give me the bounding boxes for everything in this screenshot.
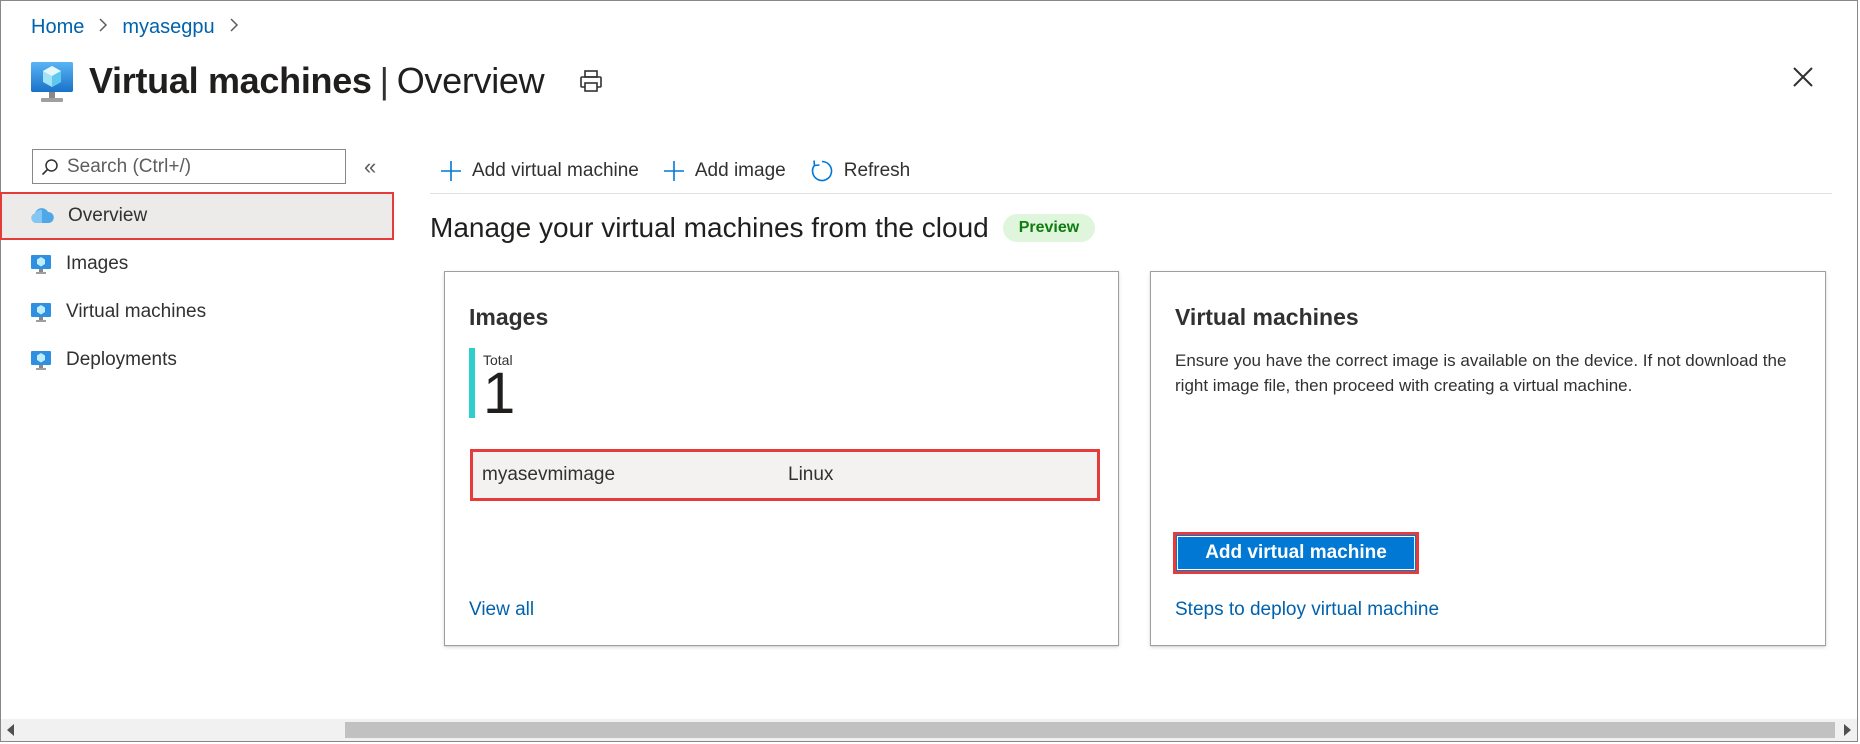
plus-icon — [663, 160, 684, 181]
sidebar-search[interactable] — [32, 149, 346, 184]
steps-to-deploy-link[interactable]: Steps to deploy virtual machine — [1175, 599, 1439, 621]
page-title-separator: | — [379, 60, 389, 101]
print-icon[interactable] — [578, 68, 604, 94]
sidebar-nav: Overview Images Virtual machines Deploym… — [0, 192, 394, 384]
chevron-right-icon — [229, 17, 239, 38]
breadcrumb-home[interactable]: Home — [31, 16, 84, 39]
sidebar-item-virtual-machines[interactable]: Virtual machines — [0, 288, 394, 336]
search-input[interactable] — [67, 155, 327, 178]
sidebar-item-label: Virtual machines — [66, 301, 207, 322]
virtual-machines-card: Virtual machines Ensure you have the cor… — [1150, 271, 1826, 646]
command-label: Refresh — [843, 159, 911, 181]
page-title: Virtual machines | Overview — [89, 60, 545, 102]
page-title-main: Virtual machines — [89, 60, 372, 101]
breadcrumb-myasegpu[interactable]: myasegpu — [122, 16, 214, 39]
section-heading: Manage your virtual machines from the cl… — [430, 212, 1096, 244]
scroll-left-icon[interactable] — [7, 724, 14, 736]
button-focus-ring — [1177, 536, 1415, 570]
command-label: Add virtual machine — [472, 159, 639, 181]
cloud-icon — [31, 208, 54, 223]
monitor-icon — [31, 255, 51, 274]
breadcrumb: Home myasegpu — [31, 16, 253, 39]
monitor-icon — [31, 303, 51, 322]
sidebar-item-overview[interactable]: Overview — [0, 192, 394, 240]
scrollbar-thumb[interactable] — [345, 722, 1835, 738]
command-bar: Add virtual machine Add image Refresh — [430, 148, 1832, 194]
page-header: Virtual machines | Overview — [29, 56, 604, 106]
sidebar-item-label: Overview — [68, 205, 148, 226]
refresh-command[interactable]: Refresh — [810, 159, 911, 183]
search-icon — [41, 158, 58, 175]
page-title-sub: Overview — [396, 60, 545, 101]
images-card: Images Total 1 myasevmimage Linux View a… — [444, 271, 1119, 646]
scroll-right-icon[interactable] — [1844, 724, 1851, 736]
sidebar-item-deployments[interactable]: Deployments — [0, 336, 394, 384]
horizontal-scrollbar[interactable] — [1, 719, 1857, 741]
images-card-title: Images — [469, 304, 549, 330]
sidebar-item-label: Deployments — [66, 349, 177, 370]
add-virtual-machine-command[interactable]: Add virtual machine — [440, 160, 639, 182]
virtual-machine-icon — [31, 62, 73, 102]
vms-card-title: Virtual machines — [1175, 304, 1359, 330]
image-row[interactable]: myasevmimage Linux — [470, 449, 1100, 501]
vms-card-description: Ensure you have the correct image is ava… — [1175, 351, 1787, 395]
image-name: myasevmimage — [482, 464, 616, 485]
close-icon[interactable] — [1790, 64, 1816, 90]
command-label: Add image — [694, 159, 786, 181]
add-image-command[interactable]: Add image — [663, 160, 786, 182]
preview-badge: Preview — [1002, 214, 1096, 242]
total-value: 1 — [483, 361, 516, 426]
section-title: Manage your virtual machines from the cl… — [430, 212, 989, 243]
plus-icon — [441, 160, 461, 181]
monitor-icon — [31, 351, 51, 370]
images-total: Total 1 — [469, 348, 516, 426]
sidebar-item-images[interactable]: Images — [0, 240, 394, 288]
sidebar-item-label: Images — [66, 253, 129, 274]
view-all-link[interactable]: View all — [469, 599, 534, 621]
image-os: Linux — [788, 464, 834, 485]
refresh-icon — [811, 159, 833, 181]
add-virtual-machine-button[interactable]: Add virtual machine — [1173, 532, 1419, 574]
chevron-right-icon — [98, 17, 108, 38]
collapse-sidebar-icon[interactable]: « — [364, 154, 376, 180]
